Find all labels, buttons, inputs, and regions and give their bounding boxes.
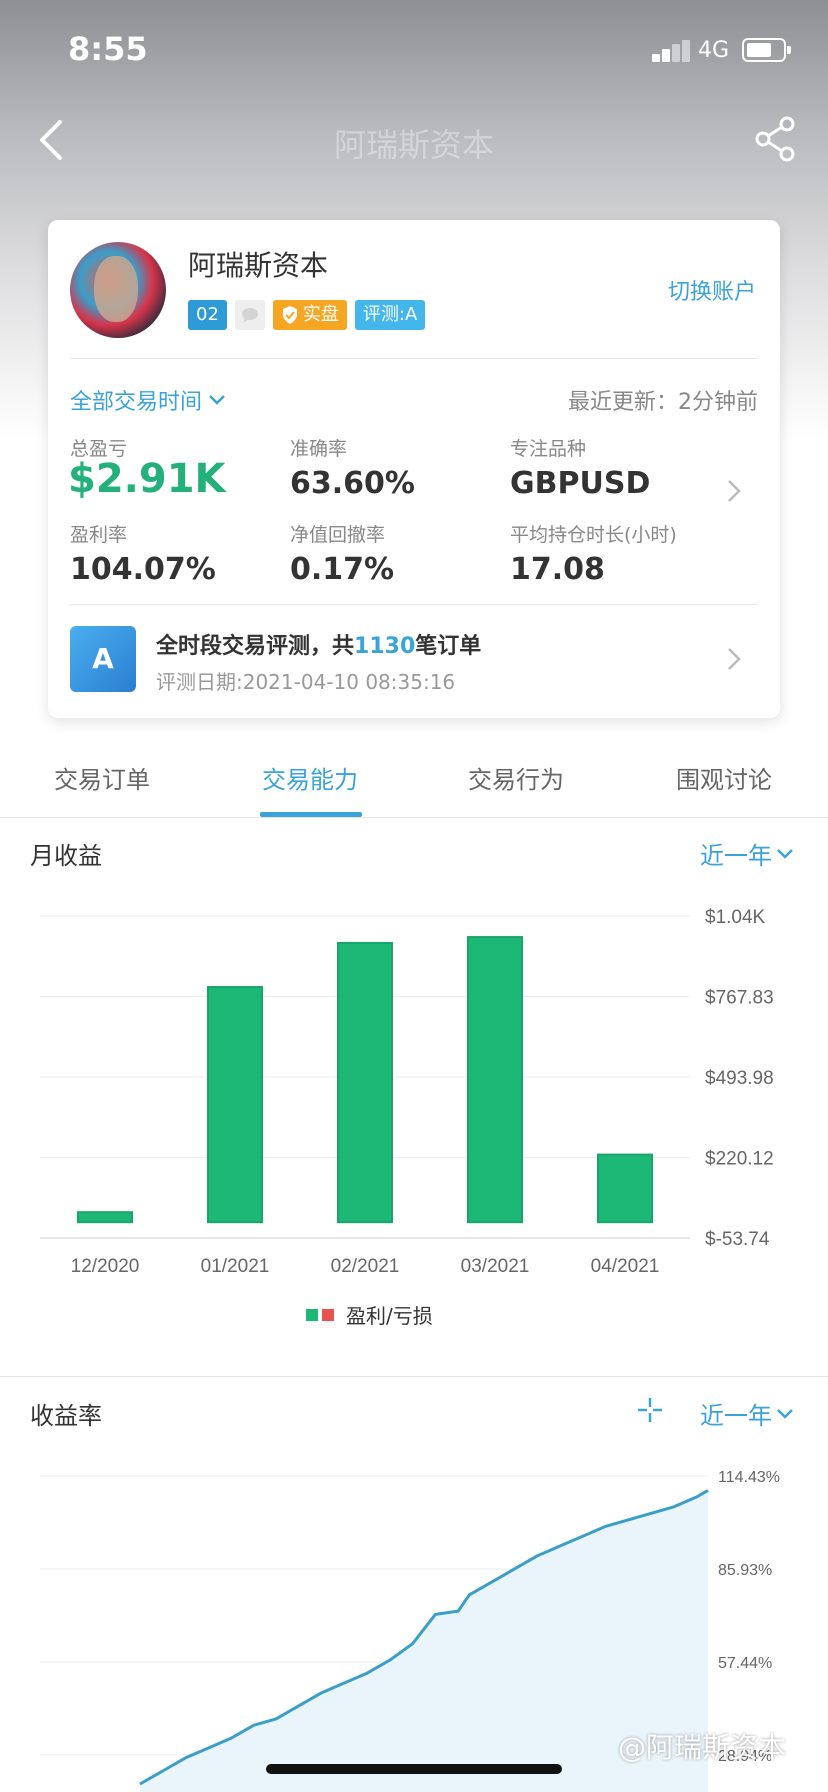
stat-drawdown-label: 净值回撤率 bbox=[290, 524, 386, 546]
shield-check-icon bbox=[282, 306, 297, 324]
status-time: 8:55 bbox=[68, 30, 148, 68]
loss-swatch bbox=[322, 1308, 334, 1321]
x-tick-label: 12/2020 bbox=[71, 1256, 140, 1277]
tab-behavior[interactable]: 交易行为 bbox=[468, 760, 564, 795]
order-count: 1130 bbox=[354, 634, 416, 659]
y-tick-label: $767.83 bbox=[705, 988, 774, 1009]
stat-accuracy-value: 63.60% bbox=[290, 466, 415, 501]
stat-hold-time-value: 17.08 bbox=[510, 552, 605, 587]
y-tick-label: 85.93% bbox=[718, 1562, 772, 1579]
stat-accuracy-label: 准确率 bbox=[290, 438, 348, 460]
bar bbox=[77, 1211, 133, 1224]
bar bbox=[597, 1153, 653, 1224]
period-selector[interactable]: 全部交易时间 bbox=[70, 384, 226, 416]
chat-icon[interactable] bbox=[234, 300, 265, 330]
account-name: 阿瑞斯资本 bbox=[188, 249, 329, 282]
chevron-down-icon bbox=[209, 395, 225, 405]
y-tick-label: 114.43% bbox=[718, 1469, 780, 1486]
monthly-bar-chart: $1.04K $767.83 $493.98 $220.12 $-53.74 12/202… bbox=[40, 907, 774, 1277]
crosshair-icon[interactable] bbox=[636, 1396, 664, 1424]
stat-profit-rate-value: 104.07% bbox=[70, 552, 216, 587]
y-tick-label: $220.12 bbox=[705, 1149, 774, 1170]
badge-row: 02 实盘 评测:A bbox=[188, 300, 426, 330]
y-tick-label: $1.04K bbox=[705, 907, 766, 928]
active-tab-indicator bbox=[260, 812, 362, 817]
monthly-title: 月收益 bbox=[30, 842, 102, 870]
level-badge: 02 bbox=[188, 300, 227, 330]
y-tick-label: $493.98 bbox=[705, 1068, 774, 1089]
chart-legend: 盈利/亏损 bbox=[306, 1300, 433, 1329]
evaluation-date: 评测日期:2021-04-10 08:35:16 bbox=[156, 670, 456, 694]
live-badge: 实盘 bbox=[272, 300, 347, 330]
signal-icon bbox=[652, 40, 692, 62]
card-divider bbox=[70, 358, 758, 359]
watermark: @阿瑞斯资本 bbox=[618, 1731, 787, 1764]
stat-instrument-label: 专注品种 bbox=[510, 438, 587, 460]
tab-orders[interactable]: 交易订单 bbox=[54, 760, 150, 795]
tab-discussion[interactable]: 围观讨论 bbox=[676, 760, 772, 795]
tab-bar: 交易订单 交易能力 交易行为 围观讨论 bbox=[0, 740, 828, 818]
chevron-down-icon bbox=[777, 848, 793, 859]
status-bar: 8:55 4G bbox=[0, 0, 828, 100]
x-tick-label: 01/2021 bbox=[201, 1256, 270, 1277]
avatar[interactable] bbox=[70, 242, 166, 338]
stats-chevron-right-icon[interactable] bbox=[726, 478, 742, 504]
share-icon[interactable] bbox=[752, 114, 798, 164]
x-tick-label: 04/2021 bbox=[591, 1256, 660, 1277]
bar bbox=[207, 986, 263, 1224]
y-tick-label: 57.44% bbox=[718, 1655, 772, 1672]
account-card: 阿瑞斯资本 02 实盘 评测:A 切换账户 全部交易时间 最近更新：2分钟前 总… bbox=[48, 220, 780, 718]
legend-label: 盈利/亏损 bbox=[346, 1304, 433, 1328]
x-tick-label: 03/2021 bbox=[461, 1256, 530, 1277]
stat-drawdown-value: 0.17% bbox=[290, 552, 395, 587]
switch-account-button[interactable]: 切换账户 bbox=[668, 274, 756, 306]
stat-profit-rate-label: 盈利率 bbox=[70, 524, 128, 546]
bar bbox=[467, 936, 523, 1224]
bar bbox=[337, 941, 393, 1224]
last-updated: 最近更新：2分钟前 bbox=[568, 390, 758, 415]
return-range-label: 近一年 bbox=[700, 1402, 772, 1430]
period-label: 全部交易时间 bbox=[70, 390, 203, 415]
live-badge-label: 实盘 bbox=[302, 304, 339, 325]
stat-hold-time-label: 平均持仓时长(小时) bbox=[510, 524, 677, 546]
monthly-range-label: 近一年 bbox=[700, 842, 772, 870]
rating-badge: 评测:A bbox=[354, 300, 426, 330]
chevron-down-icon bbox=[777, 1408, 793, 1419]
y-tick-label: $-53.74 bbox=[705, 1229, 770, 1250]
profit-swatch bbox=[306, 1308, 318, 1321]
return-range-selector[interactable]: 近一年 bbox=[700, 1396, 794, 1431]
monthly-range-selector[interactable]: 近一年 bbox=[700, 836, 794, 871]
stat-instrument-value: GBPUSD bbox=[510, 466, 651, 501]
battery-icon bbox=[742, 38, 791, 62]
network-type: 4G bbox=[698, 38, 730, 63]
back-icon[interactable] bbox=[34, 118, 70, 162]
evaluation-title: 全时段交易评测，共1130笔订单 bbox=[156, 634, 482, 659]
page-title: 阿瑞斯资本 bbox=[333, 126, 494, 164]
card-divider bbox=[70, 604, 758, 605]
evaluation-chevron-right-icon[interactable] bbox=[726, 646, 742, 672]
section-divider bbox=[0, 1376, 828, 1377]
home-indicator bbox=[266, 1764, 562, 1774]
return-rate-title: 收益率 bbox=[30, 1402, 102, 1430]
x-tick-label: 02/2021 bbox=[331, 1256, 400, 1277]
grade-badge: A bbox=[70, 626, 136, 692]
tab-ability[interactable]: 交易能力 bbox=[262, 760, 358, 795]
stat-total-pnl-value: $2.91K bbox=[68, 456, 226, 502]
